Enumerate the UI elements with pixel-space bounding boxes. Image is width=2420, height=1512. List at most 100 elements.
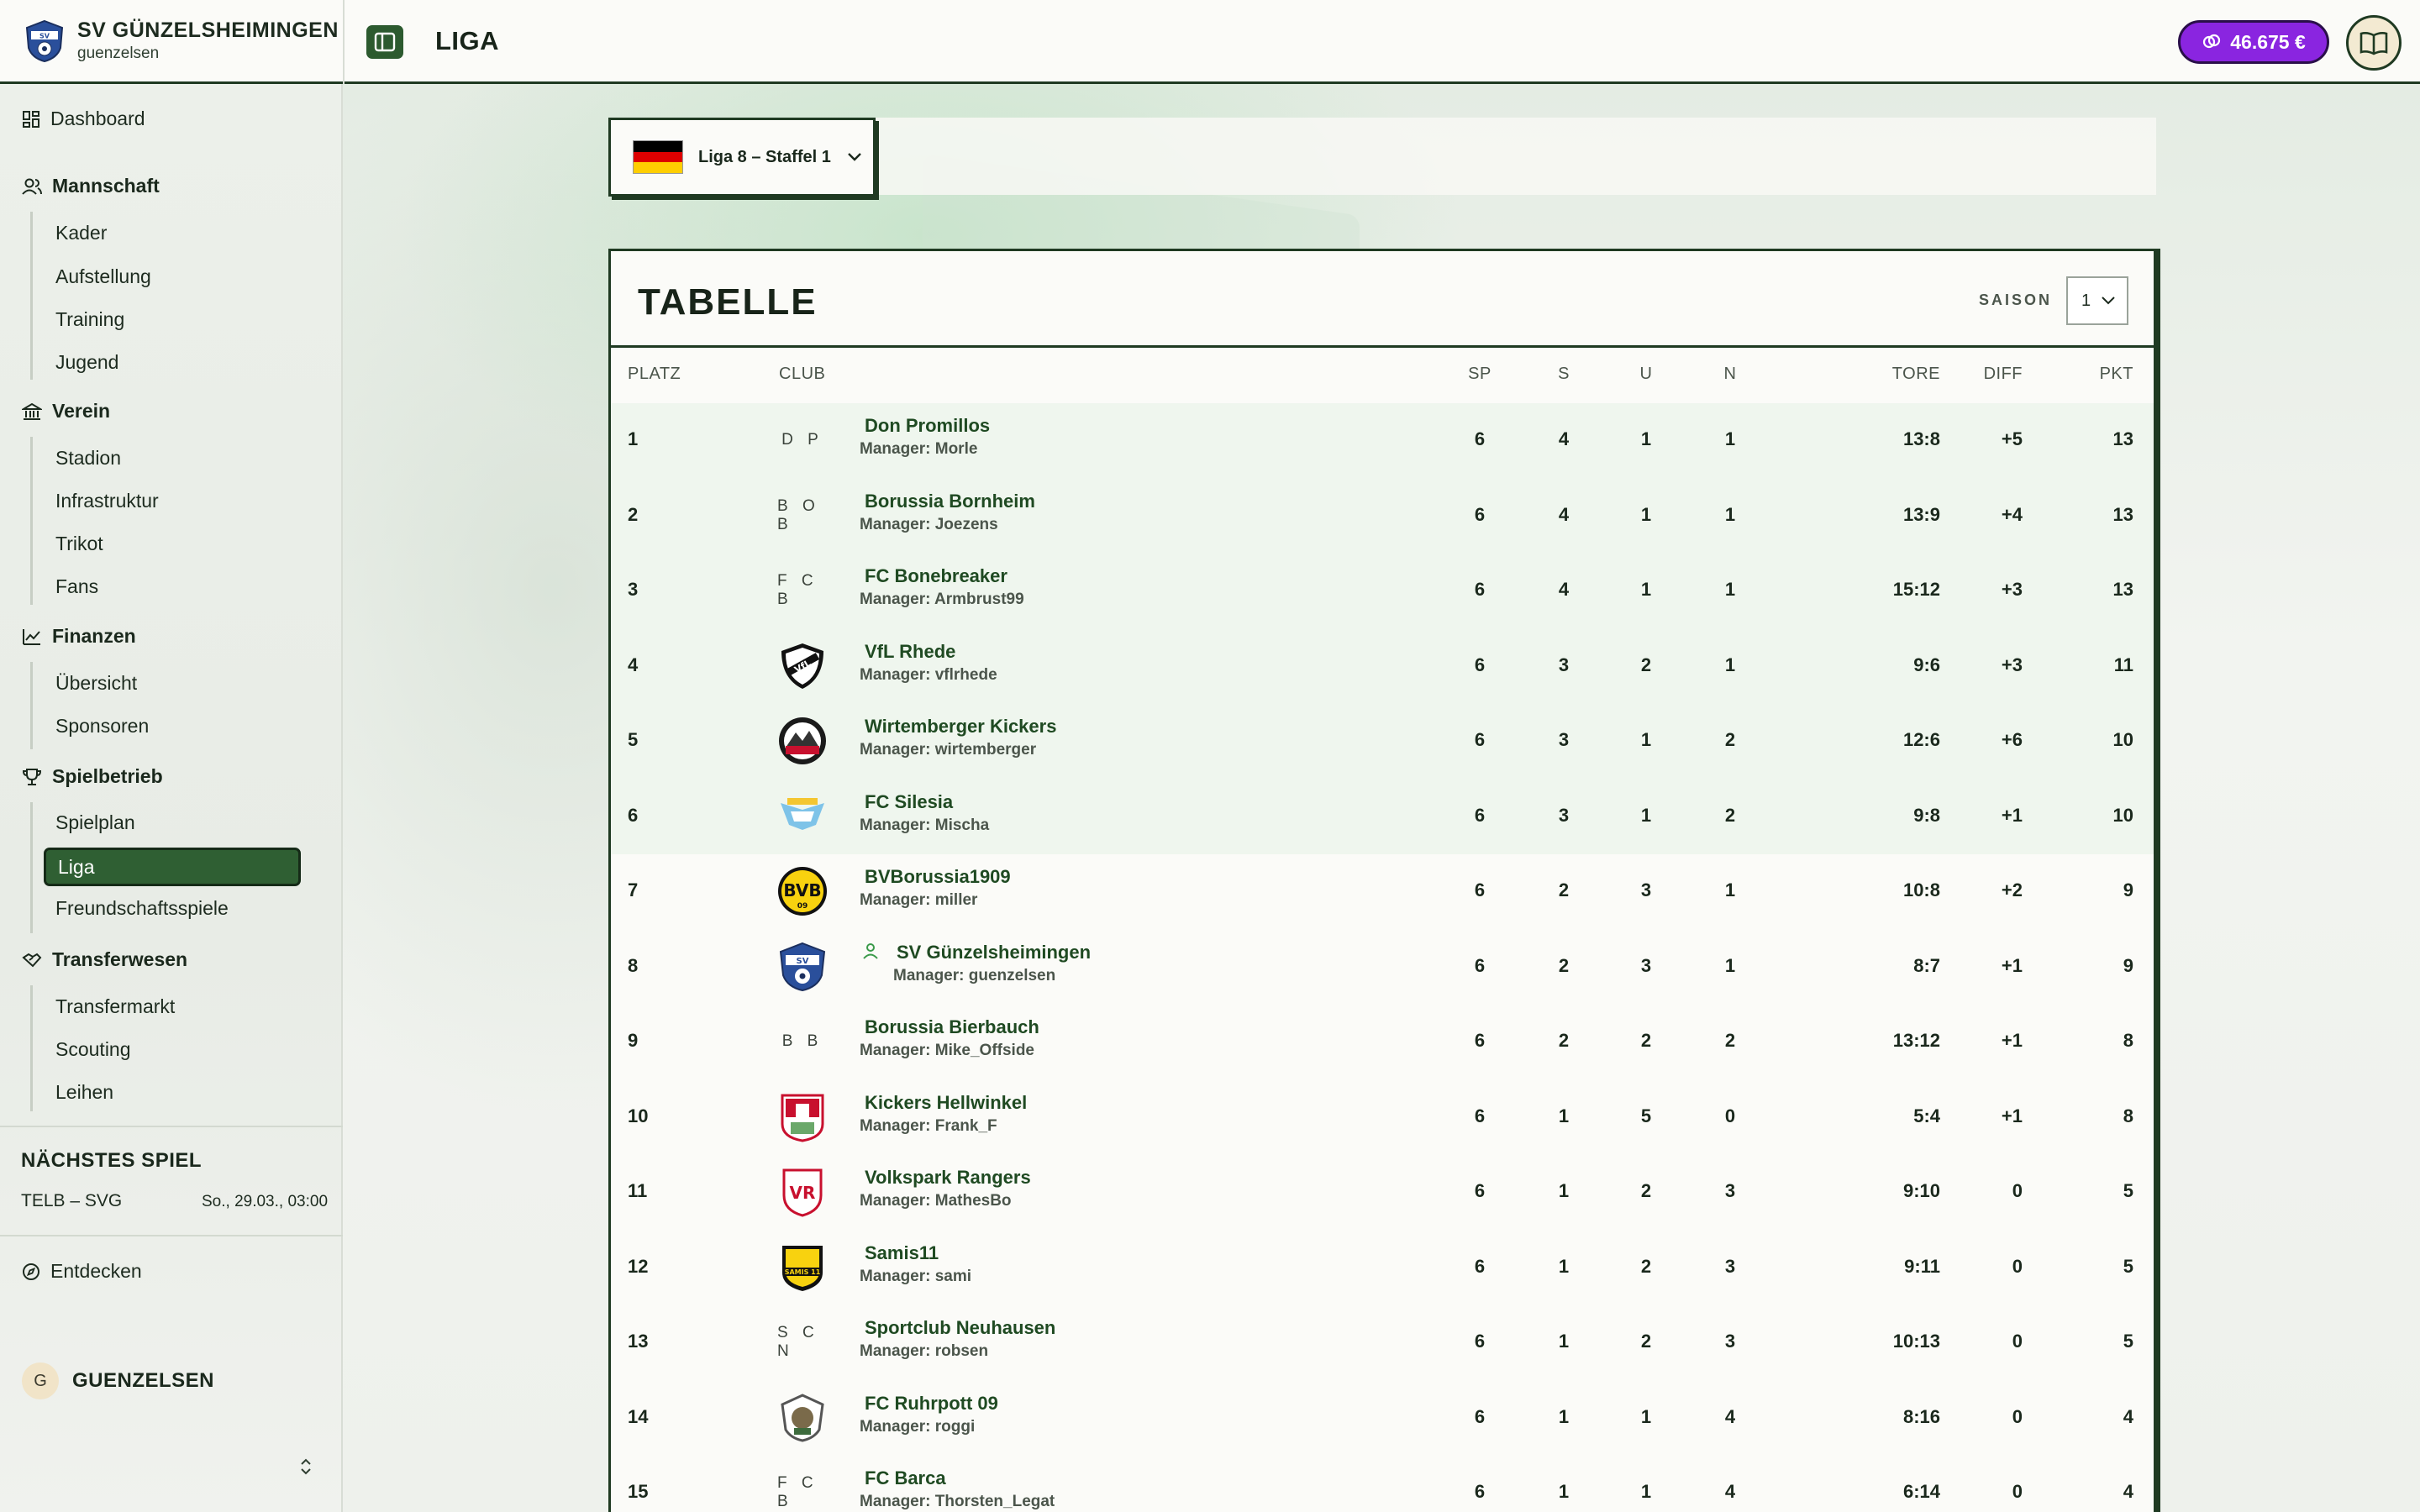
club-name-link[interactable]: FC Silesia [865,791,953,813]
header-sp: SP [1468,365,1491,383]
stat-s: 1 [1558,1331,1570,1352]
club-name-link[interactable]: Wirtemberger Kickers [865,716,1056,738]
row-position: 3 [628,579,639,600]
header-diff: DIFF [1983,365,2023,383]
next-match-date: So., 29.03., 03:00 [202,1193,329,1210]
sidebar-item-jugend[interactable]: Jugend [55,351,118,374]
sidebar-item-entdecken[interactable]: Entdecken [22,1260,142,1283]
sidebar-item-sponsoren[interactable]: Sponsoren [55,715,149,738]
club-name-link[interactable]: Sportclub Neuhausen [865,1317,1055,1339]
stat-s: 1 [1558,1405,1570,1427]
sidebar-item-fans[interactable]: Fans [55,575,98,598]
handshake-icon [22,953,42,967]
sidebar-toggle-button[interactable] [366,25,403,59]
table-title: TABELLE [638,281,818,323]
germany-flag-icon [633,140,683,174]
sidebar-item-infrastruktur[interactable]: Infrastruktur [55,490,159,512]
volkspark-rangers-crest-icon: VR [777,1167,828,1217]
table-row[interactable]: 9 B B Borussia Bierbauch Manager: Mike_Offs… [611,1005,2154,1080]
sidebar-panel-icon [374,32,396,52]
club-initials-badge: S C N [777,1317,828,1368]
sidebar-item-training[interactable]: Training [55,308,124,331]
sidebar-group-spielbetrieb[interactable]: Spielbetrieb [22,765,163,788]
table-row[interactable]: 6 FC Silesia Manager: Mischa 6 3 1 2 9:8 +1 10 [611,779,2154,854]
stat-pkt: 4 [2123,1481,2133,1502]
table-row[interactable]: 8 SV SV Günzelsheimingen Manager: guenzelse… [611,930,2154,1005]
stat-diff: +5 [2001,428,2023,449]
chevron-down-icon [2102,297,2115,305]
stat-u: 5 [1640,1105,1652,1126]
table-row[interactable]: 12 SAMIS 11 Samis11 Manager: sami 6 1 2 3 9:11 0 5 [611,1231,2154,1306]
balance-value: 46.675 € [2230,30,2306,53]
club-name-link[interactable]: FC Ruhrpott 09 [865,1393,998,1415]
sidebar-item-dashboard[interactable]: Dashboard [22,108,145,130]
club-manager: Manager: Thorsten_Legat [860,1493,1055,1510]
guide-button[interactable] [2346,15,2402,71]
table-row[interactable]: 1 D P Don Promillos Manager: Morle 6 4 1 1 13:8 +… [611,403,2154,479]
club-name-link[interactable]: FC Bonebreaker [865,565,1007,587]
season-select[interactable]: 1 [2066,276,2128,325]
sidebar-item-freundschaftsspiele[interactable]: Freundschaftsspiele [55,897,229,920]
sidebar-item-trikot[interactable]: Trikot [55,533,103,555]
table-row[interactable]: 10 Kickers Hellwinkel Manager: Frank_F 6 1 5 0… [611,1080,2154,1156]
stat-sp: 6 [1474,729,1486,750]
sidebar-item-liga[interactable]: Liga [44,848,301,886]
fc-silesia-crest-icon [777,791,828,842]
brand[interactable]: SV SV GÜNZELSHEIMINGEN guenzelsen [24,18,339,63]
club-name-link[interactable]: Samis11 [865,1242,939,1264]
table-row[interactable]: 15 F C B FC Barca Manager: Thorsten_Legat 6 1… [611,1456,2154,1512]
sidebar-item-stadion[interactable]: Stadion [55,447,121,470]
table-row[interactable]: 4 VfL VfL Rhede Manager: vflrhede 6 3 2 1 9:6 +3 1… [611,628,2154,704]
sidebar-group-transferwesen[interactable]: Transferwesen [22,948,187,971]
sidebar-item-aufstellung[interactable]: Aufstellung [55,265,151,288]
sidebar-group-label: Transferwesen [52,948,188,970]
user-menu[interactable]: G GUENZELSEN [22,1362,214,1399]
club-name-link[interactable]: Borussia Bierbauch [865,1016,1039,1038]
club-name-link[interactable]: FC Barca [865,1467,946,1489]
stat-tore: 8:16 [1902,1405,1940,1427]
club-name-link[interactable]: Kickers Hellwinkel [865,1092,1027,1114]
balance-button[interactable]: 46.675 € [2178,20,2329,64]
league-select[interactable]: Liga 8 – Staffel 1 [608,118,876,197]
sv-guenzelsheimingen-crest-icon: SV [777,942,828,992]
sidebar-item-leihen[interactable]: Leihen [55,1081,113,1104]
club-manager: Manager: robsen [860,1342,989,1360]
stat-n: 1 [1724,579,1736,600]
sidebar-item-kader[interactable]: Kader [55,222,107,244]
stat-pkt: 10 [2112,804,2133,826]
next-match-teams[interactable]: TELB – SVG [21,1191,122,1211]
sidebar-item-uebersicht[interactable]: Übersicht [55,672,137,695]
club-name-link[interactable]: SV Günzelsheimingen [897,942,1091,963]
sidebar-group-mannschaft[interactable]: Mannschaft [22,175,160,197]
sidebar-item-transfermarkt[interactable]: Transfermarkt [55,995,175,1018]
sidebar-group-verein[interactable]: Verein [22,400,110,423]
stat-diff: +1 [2001,804,2023,826]
sidebar-group-finanzen[interactable]: Finanzen [22,625,136,648]
table-row[interactable]: 2 B O B Borussia Bornheim Manager: Joezens 6… [611,478,2154,554]
club-initials: F C B [777,1474,818,1510]
club-crest-icon: SV [25,19,64,62]
table-row[interactable]: 13 S C N Sportclub Neuhausen Manager: robse… [611,1305,2154,1381]
table-row[interactable]: 11 VR Volkspark Rangers Manager: MathesBo 6 1… [611,1155,2154,1231]
club-name-link[interactable]: Don Promillos [865,415,990,437]
sidebar-group-label: Spielbetrieb [52,765,163,787]
stat-n: 1 [1724,954,1736,976]
stat-sp: 6 [1474,1180,1486,1201]
stat-s: 1 [1558,1180,1570,1201]
kickers-hellwinkel-crest-icon [777,1092,828,1142]
club-name-link[interactable]: Volkspark Rangers [865,1167,1031,1189]
table-row[interactable]: 14 FC Ruhrpott 09 Manager: roggi 6 1 1 4 8:16 0 4 [611,1381,2154,1457]
table-row[interactable]: 7 BVB 09 BVBorussia1909 Manager: miller 6 2 3 1 1… [611,854,2154,930]
club-name-link[interactable]: Borussia Bornheim [865,491,1035,512]
table-row[interactable]: 5 Wirtemberger Kickers Manager: wirtemberg… [611,704,2154,780]
sidebar-item-scouting[interactable]: Scouting [55,1038,131,1061]
sidebar: Dashboard Mannschaft Kader Aufstellung T… [0,84,343,1512]
table-row[interactable]: 3 F C B FC Bonebreaker Manager: Armbrust99 6… [611,554,2154,629]
user-name: GUENZELSEN [72,1369,215,1392]
chevron-up-down-icon[interactable] [299,1457,313,1476]
club-name-link[interactable]: BVBorussia1909 [865,866,1011,888]
sidebar-item-spielplan[interactable]: Spielplan [55,811,135,834]
stat-s: 4 [1558,579,1570,600]
stat-diff: 0 [2012,1255,2023,1277]
club-name-link[interactable]: VfL Rhede [865,641,955,663]
